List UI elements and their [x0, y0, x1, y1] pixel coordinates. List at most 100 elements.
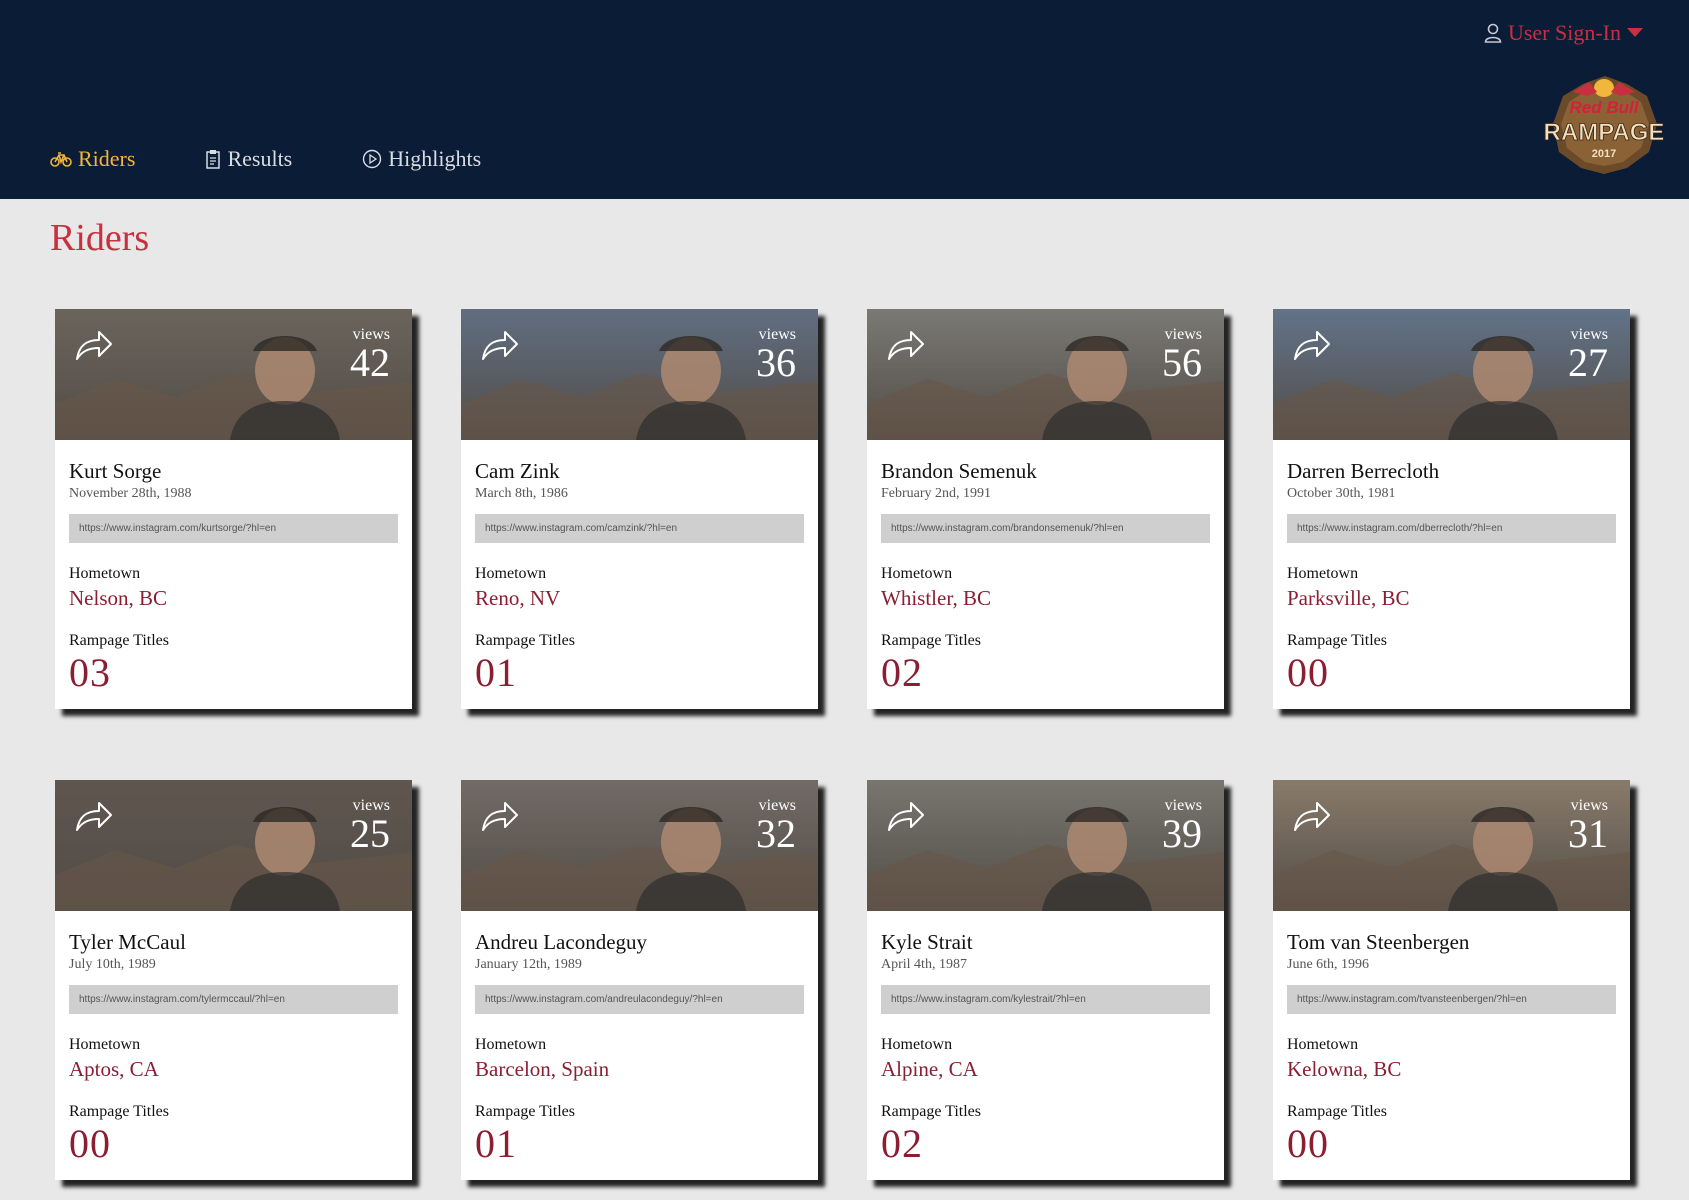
rider-card[interactable]: views 42 Kurt Sorge November 28th, 1988 http…	[55, 309, 412, 709]
rider-photo: views 27	[1273, 309, 1630, 440]
rider-hometown: Aptos, CA	[69, 1057, 159, 1081]
user-signin-button[interactable]: User Sign-In	[1484, 20, 1643, 46]
nav-item-label: Highlights	[388, 146, 482, 171]
instagram-url-field[interactable]: https://www.instagram.com/andreulacondeg…	[475, 985, 804, 1014]
rider-hometown: Barcelon, Spain	[475, 1057, 610, 1081]
rider-name: Darren Berrecloth	[1287, 459, 1440, 483]
rider-photo: views 56	[867, 309, 1224, 440]
rider-titles-count: 00	[1287, 1121, 1329, 1166]
rider-info: Cam Zink March 8th, 1986 https://www.insta…	[461, 440, 818, 693]
views-count: 39	[1162, 811, 1202, 856]
rider-card[interactable]: views 31 Tom van Steenbergen June 6th, 1996…	[1273, 780, 1630, 1180]
rider-card[interactable]: views 27 Darren Berrecloth October 30th, 19…	[1273, 309, 1630, 709]
share-icon[interactable]	[887, 329, 925, 361]
rider-hometown: Kelowna, BC	[1287, 1057, 1402, 1081]
bike-icon	[50, 152, 72, 167]
rider-info: Tom van Steenbergen June 6th, 1996 https:/…	[1273, 911, 1630, 1164]
share-icon[interactable]	[1293, 329, 1331, 361]
titles-label: Rampage Titles	[1287, 632, 1388, 649]
rider-hometown: Alpine, CA	[881, 1057, 978, 1081]
instagram-url-field[interactable]: https://www.instagram.com/brandonsemenuk…	[881, 514, 1210, 543]
main-nav: Riders Results Highlights	[50, 146, 551, 172]
page-title: Riders	[50, 217, 150, 259]
instagram-url-field[interactable]: https://www.instagram.com/kurtsorge/?hl=…	[69, 514, 398, 543]
rider-titles-count: 02	[881, 650, 923, 695]
views-counter: views 25	[350, 798, 390, 854]
rider-hometown: Whistler, BC	[881, 586, 991, 610]
views-counter: views 42	[350, 327, 390, 383]
rider-photo: views 32	[461, 780, 818, 911]
rider-photo: views 42	[55, 309, 412, 440]
views-count: 25	[350, 811, 390, 856]
rider-info: Kyle Strait April 4th, 1987 https://www.in…	[867, 911, 1224, 1164]
nav-item-highlights[interactable]: Highlights	[362, 146, 481, 172]
titles-label: Rampage Titles	[69, 1103, 170, 1120]
rider-info: Brandon Semenuk February 2nd, 1991 https:/…	[867, 440, 1224, 693]
views-count: 31	[1568, 811, 1608, 856]
rider-titles-count: 01	[475, 650, 517, 695]
views-counter: views 27	[1568, 327, 1608, 383]
hometown-label: Hometown	[881, 565, 953, 582]
titles-label: Rampage Titles	[881, 632, 982, 649]
rider-name: Tyler McCaul	[69, 930, 186, 954]
rider-name: Tom van Steenbergen	[1287, 930, 1470, 954]
views-counter: views 32	[756, 798, 796, 854]
rider-name: Andreu Lacondeguy	[475, 930, 648, 954]
instagram-url-field[interactable]: https://www.instagram.com/camzink/?hl=en	[475, 514, 804, 543]
user-icon	[1484, 23, 1502, 43]
views-counter: views 39	[1162, 798, 1202, 854]
hometown-label: Hometown	[881, 1036, 953, 1053]
rider-titles-count: 01	[475, 1121, 517, 1166]
rider-birthdate: October 30th, 1981	[1287, 486, 1396, 501]
views-counter: views 31	[1568, 798, 1608, 854]
hometown-label: Hometown	[1287, 1036, 1359, 1053]
hometown-label: Hometown	[475, 565, 547, 582]
rider-birthdate: November 28th, 1988	[69, 486, 192, 501]
views-counter: views 36	[756, 327, 796, 383]
rider-titles-count: 02	[881, 1121, 923, 1166]
views-counter: views 56	[1162, 327, 1202, 383]
views-count: 42	[350, 340, 390, 385]
hometown-label: Hometown	[475, 1036, 547, 1053]
top-header: User Sign-In Red Bull RAMPAGE 2017 Rider…	[0, 0, 1689, 199]
views-count: 27	[1568, 340, 1608, 385]
rider-card[interactable]: views 56 Brandon Semenuk February 2nd, 1991…	[867, 309, 1224, 709]
user-signin-label: User Sign-In	[1507, 20, 1621, 45]
nav-item-results[interactable]: Results	[205, 146, 292, 172]
rider-birthdate: March 8th, 1986	[475, 486, 568, 501]
rider-birthdate: April 4th, 1987	[881, 957, 967, 972]
rider-card[interactable]: views 25 Tyler McCaul July 10th, 1989 https:…	[55, 780, 412, 1180]
rider-photo: views 36	[461, 309, 818, 440]
share-icon[interactable]	[75, 329, 113, 361]
instagram-url-field[interactable]: https://www.instagram.com/dberrecloth/?h…	[1287, 514, 1616, 543]
share-icon[interactable]	[481, 329, 519, 361]
play-circle-icon	[363, 149, 382, 169]
rider-info: Andreu Lacondeguy January 12th, 1989 https…	[461, 911, 818, 1164]
share-icon[interactable]	[75, 800, 113, 832]
instagram-url-field[interactable]: https://www.instagram.com/kylestrait/?hl…	[881, 985, 1210, 1014]
rider-titles-count: 00	[69, 1121, 111, 1166]
rider-hometown: Reno, NV	[475, 586, 561, 610]
rider-birthdate: February 2nd, 1991	[881, 486, 992, 501]
rider-name: Brandon Semenuk	[881, 459, 1037, 483]
titles-label: Rampage Titles	[475, 1103, 576, 1120]
red-bull-rampage-logo[interactable]: Red Bull RAMPAGE 2017	[1543, 66, 1665, 180]
rider-info: Tyler McCaul July 10th, 1989 https://www.i…	[55, 911, 412, 1164]
hometown-label: Hometown	[1287, 565, 1359, 582]
views-count: 36	[756, 340, 796, 385]
instagram-url-field[interactable]: https://www.instagram.com/tylermccaul/?h…	[69, 985, 398, 1014]
rider-birthdate: July 10th, 1989	[69, 957, 156, 972]
share-icon[interactable]	[887, 800, 925, 832]
nav-item-label: Results	[227, 146, 293, 171]
share-icon[interactable]	[481, 800, 519, 832]
rider-photo: views 25	[55, 780, 412, 911]
share-icon[interactable]	[1293, 800, 1331, 832]
instagram-url-field[interactable]: https://www.instagram.com/tvansteenberge…	[1287, 985, 1616, 1014]
rider-titles-count: 00	[1287, 650, 1329, 695]
rider-card[interactable]: views 32 Andreu Lacondeguy January 12th, 19…	[461, 780, 818, 1180]
rider-card[interactable]: views 36 Cam Zink March 8th, 1986 https://ww…	[461, 309, 818, 709]
logo-text-year: 2017	[1592, 148, 1616, 160]
nav-item-riders[interactable]: Riders	[50, 146, 135, 172]
caret-down-icon	[1627, 28, 1643, 37]
rider-card[interactable]: views 39 Kyle Strait April 4th, 1987 https:/…	[867, 780, 1224, 1180]
